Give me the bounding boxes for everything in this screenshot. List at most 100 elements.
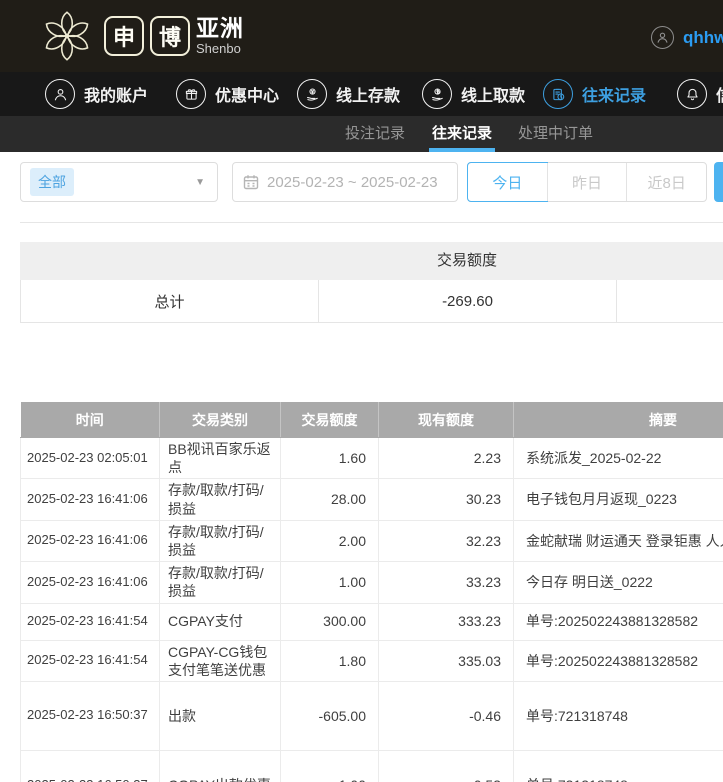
column-header: 时间 — [21, 402, 160, 438]
site-header: 申 博 亚洲 Shenbo qhhw — [0, 0, 723, 72]
summary-total-value: -269.60 — [318, 280, 616, 322]
table-row: 2025-02-23 16:41:06存款/取款/打码/损益2.0032.23金… — [21, 520, 723, 561]
cell-time: 2025-02-23 16:50:37 — [21, 681, 160, 750]
nav-item-gift[interactable]: 优惠中心 — [176, 72, 279, 116]
summary-row-label: 总计 — [20, 280, 318, 322]
nav-item-deposit[interactable]: 线上存款 — [297, 72, 400, 116]
deposit-icon — [297, 79, 327, 109]
nav-item-user[interactable]: 我的账户 — [45, 72, 148, 116]
cell-amount: 28.00 — [281, 479, 379, 520]
table-row: 2025-02-23 16:50:37CGPAY出款优惠1.000.53单号:7… — [21, 750, 723, 782]
cell-summary: 单号:721318748 — [514, 681, 723, 750]
table-row: 2025-02-23 16:41:06存款/取款/打码/损益1.0033.23今… — [21, 562, 723, 603]
user-area[interactable]: qhhw — [651, 26, 723, 49]
cell-summary: 金蛇献瑞 财运通天 登录钜惠 人人皆 — [514, 520, 723, 561]
user-icon — [45, 79, 75, 109]
cell-time: 2025-02-23 02:05:01 — [21, 438, 160, 479]
nav-item-label: 往来记录 — [582, 82, 646, 106]
cell-balance: 335.03 — [379, 640, 514, 681]
cell-amount: 2.00 — [281, 520, 379, 561]
nav-item-label: 信 — [716, 82, 723, 106]
cell-amount: 1.60 — [281, 438, 379, 479]
nav-item-bell[interactable]: 信 — [677, 72, 723, 116]
tab-bet-records[interactable]: 投注记录 — [345, 116, 405, 152]
main-nav: 我的账户 优惠中心 线上存款 线上取款 往来记录 信 — [0, 72, 723, 116]
cell-balance: 33.23 — [379, 562, 514, 603]
cell-type: 存款/取款/打码/损益 — [160, 520, 281, 561]
cell-balance: 333.23 — [379, 603, 514, 640]
cell-type: 出款 — [160, 681, 281, 750]
cell-time: 2025-02-23 16:41:06 — [21, 520, 160, 561]
table-header-row: 时间交易类别交易额度现有额度摘要 — [21, 402, 723, 438]
brand-logo[interactable]: 申 博 亚洲 Shenbo — [36, 4, 244, 68]
nav-item-label: 我的账户 — [84, 82, 148, 106]
column-header: 交易额度 — [281, 402, 379, 438]
summary-column-header: 交易额度 — [318, 242, 616, 280]
quick-button-today[interactable]: 今日 — [467, 162, 548, 202]
brand-region: 亚洲 — [196, 17, 244, 40]
tab-bar: 投注记录往来记录处理中订单 — [0, 116, 723, 152]
cell-balance: -0.46 — [379, 681, 514, 750]
quick-button-yesterday[interactable]: 昨日 — [547, 163, 627, 201]
cell-type: CGPAY-CG钱包支付笔笔送优惠 — [160, 640, 281, 681]
tab-pending-orders[interactable]: 处理中订单 — [518, 116, 593, 152]
cell-time: 2025-02-23 16:41:54 — [21, 640, 160, 681]
tab-transaction-records[interactable]: 往来记录 — [432, 116, 492, 152]
table-body: 2025-02-23 02:05:01BB视讯百家乐返点1.602.23系统派发… — [21, 438, 723, 782]
table-row: 2025-02-23 16:50:37出款-605.00-0.46单号:7213… — [21, 681, 723, 750]
page: 申 博 亚洲 Shenbo qhhw 我的账户优惠中心线上存款线上取款往来记录信… — [0, 0, 723, 782]
type-select-value: 全部 — [30, 168, 74, 196]
type-select[interactable]: 全部 ▼ — [20, 162, 218, 202]
column-header: 摘要 — [514, 402, 723, 438]
table-row: 2025-02-23 16:41:06存款/取款/打码/损益28.0030.23… — [21, 479, 723, 520]
flower-logo-icon — [36, 5, 98, 67]
nav-item-label: 线上取款 — [461, 82, 525, 106]
cell-type: CGPAY出款优惠 — [160, 750, 281, 782]
cell-type: CGPAY支付 — [160, 603, 281, 640]
cell-balance: 32.23 — [379, 520, 514, 561]
cell-amount: 1.80 — [281, 640, 379, 681]
divider — [20, 222, 723, 223]
nav-item-withdraw[interactable]: 线上取款 — [422, 72, 525, 116]
summary-header-row: 交易额度 — [20, 242, 723, 280]
quick-date-buttons: 今日昨日近8日 — [467, 162, 707, 202]
cell-balance: 2.23 — [379, 438, 514, 479]
search-button[interactable] — [714, 162, 723, 202]
transactions-table-wrap: 时间交易类别交易额度现有额度摘要 2025-02-23 02:05:01BB视讯… — [20, 402, 723, 782]
cell-summary: 系统派发_2025-02-22 — [514, 438, 723, 479]
brand-latin: Shenbo — [196, 42, 244, 55]
nav-item-label: 线上存款 — [336, 82, 400, 106]
brand-char-1: 申 — [104, 16, 144, 56]
cell-balance: 30.23 — [379, 479, 514, 520]
cell-balance: 0.53 — [379, 750, 514, 782]
avatar-icon — [651, 26, 674, 49]
quick-button-last-8-days[interactable]: 近8日 — [626, 163, 706, 201]
cell-time: 2025-02-23 16:41:06 — [21, 479, 160, 520]
column-header: 交易类别 — [160, 402, 281, 438]
brand-char-2: 博 — [150, 16, 190, 56]
cell-summary: 单号:721318748 — [514, 750, 723, 782]
table-row: 2025-02-23 16:41:54CGPAY支付300.00333.23单号… — [21, 603, 723, 640]
chevron-down-icon: ▼ — [195, 177, 205, 188]
cell-summary: 单号:202502243881328582 — [514, 603, 723, 640]
summary-total-row: 总计 -269.60 — [20, 280, 723, 323]
cell-time: 2025-02-23 16:41:54 — [21, 603, 160, 640]
summary-table: 交易额度 总计 -269.60 — [20, 242, 723, 323]
column-header: 现有额度 — [379, 402, 514, 438]
date-range-value: 2025-02-23 ~ 2025-02-23 — [267, 174, 438, 191]
summary-empty-cell — [616, 280, 723, 322]
cell-summary: 今日存 明日送_0222 — [514, 562, 723, 603]
cell-summary: 单号:202502243881328582 — [514, 640, 723, 681]
nav-item-records[interactable]: 往来记录 — [543, 72, 646, 116]
cell-amount: 1.00 — [281, 562, 379, 603]
cell-amount: 300.00 — [281, 603, 379, 640]
cell-type: 存款/取款/打码/损益 — [160, 479, 281, 520]
cell-amount: -605.00 — [281, 681, 379, 750]
cell-type: 存款/取款/打码/损益 — [160, 562, 281, 603]
cell-summary: 电子钱包月月返现_0223 — [514, 479, 723, 520]
transactions-table: 时间交易类别交易额度现有额度摘要 2025-02-23 02:05:01BB视讯… — [20, 402, 723, 782]
cell-type: BB视讯百家乐返点 — [160, 438, 281, 479]
username[interactable]: qhhw — [683, 28, 723, 48]
date-range-input[interactable]: 2025-02-23 ~ 2025-02-23 — [232, 162, 458, 202]
cell-time: 2025-02-23 16:50:37 — [21, 750, 160, 782]
